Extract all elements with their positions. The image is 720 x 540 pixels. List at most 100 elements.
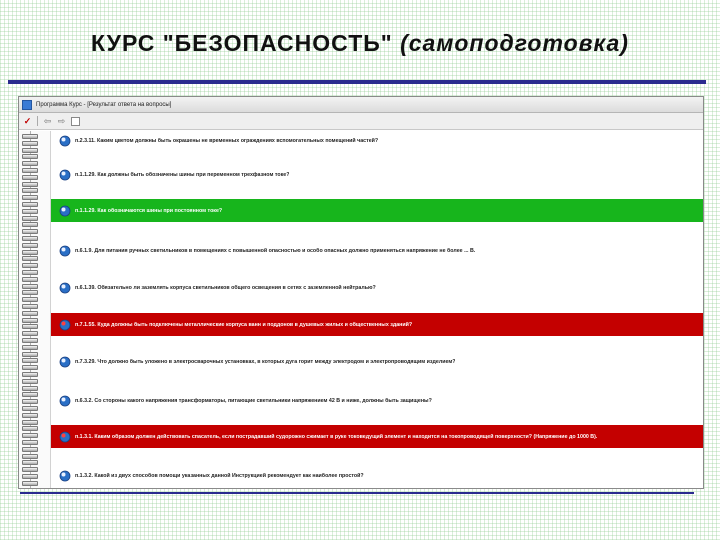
tree-connector [22,215,38,221]
question-row[interactable]: п.1.1.29. Как должны быть обозначены шин… [51,163,703,186]
check-icon[interactable]: ✓ [23,116,32,126]
tree-connector [22,460,38,466]
tree-connector [22,297,38,303]
window-title: Программа Курс - [Результат ответа на во… [36,101,172,108]
question-row[interactable]: п.7.3.29. Что должно быть уложено в элек… [51,350,703,373]
question-row[interactable]: п.6.1.39. Обязательно ли заземлять корпу… [51,276,703,299]
question-text: п.1.3.2. Какой из двух способов помощи у… [75,472,364,479]
back-arrow-icon[interactable]: ⇦ [43,116,52,126]
tree-connector [22,161,38,167]
tree-connector [22,276,38,282]
slide-title-main: КУРС "БЕЗОПАСНОСТЬ" [91,30,393,56]
slide-title-subtitle: (самоподготовка) [400,30,629,56]
tree-connector [22,249,38,255]
tree-connector [22,440,38,445]
tree-connector [22,467,38,473]
tree-connector [22,174,38,180]
answer-status-icon [59,319,71,330]
app-icon [22,99,32,110]
tree-connector [22,290,38,296]
tree-connector [22,406,38,411]
tree-connector [22,365,38,371]
question-row[interactable]: п.6.1.9. Для питания ручных светильников… [51,239,703,262]
tree-connector [22,358,38,364]
question-text: п.6.1.39. Обязательно ли заземлять корпу… [75,284,376,291]
question-text: п.7.3.29. Что должно быть уложено в элек… [75,358,456,365]
question-icon [59,282,71,293]
question-row[interactable]: п.1.1.29. Как обозначаются шины при пост… [51,199,703,222]
question-text: п.6.3.2. Со стороны какого напряжения тр… [75,397,432,404]
tree-connector [22,412,38,418]
question-text: п.2.3.11. Каким цветом должны быть окраш… [75,137,379,144]
tree-rail [19,131,51,488]
toolbar-separator [37,116,38,126]
tree-connector [22,147,38,153]
top-divider [8,80,706,84]
tree-connector [22,433,38,439]
tree-connector [22,399,38,405]
question-row[interactable]: п.2.3.11. Каким цветом должны быть окраш… [51,129,703,152]
question-text: п.1.3.1. Каким образом должен действоват… [75,433,598,440]
tree-connector [22,419,38,425]
tree-connector [22,453,38,459]
tree-connector [22,446,38,452]
question-icon [59,169,71,180]
window-title-bar: Программа Курс - [Результат ответа на во… [19,97,703,113]
forward-arrow-icon[interactable]: ⇨ [57,116,66,126]
tree-connector [22,229,38,235]
question-icon [59,470,71,481]
question-row[interactable]: п.1.3.1. Каким образом должен действоват… [51,425,703,448]
tree-connector [22,140,38,146]
tree-connector [22,242,38,248]
tree-connector [22,378,38,384]
tree-connector [22,304,38,309]
tree-connector [22,222,38,228]
toolbar: ✓ ⇦ ⇨ [19,113,703,130]
tree-connector [22,338,38,343]
tree-connector [22,154,38,160]
question-text: п.1.1.29. Как должны быть обозначены шин… [75,171,290,178]
question-row[interactable]: п.6.3.2. Со стороны какого напряжения тр… [51,389,703,412]
tree-connector [22,256,38,262]
stop-icon[interactable] [71,116,80,126]
question-icon [59,395,71,406]
tree-connector [22,236,38,241]
answer-status-icon [59,205,71,216]
tree-connector [22,351,38,357]
tree-connector [22,202,38,207]
tree-connector [22,344,38,350]
tree-connector [22,426,38,432]
question-icon [59,245,71,256]
question-text: п.7.1.55. Куда должны быть подключены ме… [75,321,413,328]
question-list: п.2.3.11. Каким цветом должны быть окраш… [51,129,703,488]
tree-connector [22,134,38,139]
tree-connector [22,392,38,398]
question-icon [59,356,71,367]
question-row[interactable]: п.7.1.55. Куда должны быть подключены ме… [51,313,703,336]
bottom-divider [20,492,694,494]
tree-connector [22,324,38,330]
tree-connector [22,283,38,289]
app-window: Программа Курс - [Результат ответа на во… [18,96,704,489]
tree-connector [22,263,38,269]
tree-connector [22,195,38,201]
tree-connector [22,270,38,275]
question-text: п.1.1.29. Как обозначаются шины при пост… [75,207,223,214]
tree-connector [22,385,38,391]
answer-status-icon [59,431,71,442]
tree-connector [22,168,38,173]
results-panel: п.2.3.11. Каким цветом должны быть окраш… [19,129,703,488]
slide-title: КУРС "БЕЗОПАСНОСТЬ" (самоподготовка) [0,30,720,57]
tree-connector [22,372,38,377]
tree-connector [22,310,38,316]
tree-connector [22,317,38,323]
question-text: п.6.1.9. Для питания ручных светильников… [75,247,476,254]
tree-connector [22,331,38,337]
question-row[interactable]: п.1.3.2. Какой из двух способов помощи у… [51,464,703,487]
tree-connector [22,480,38,486]
tree-connector [22,188,38,194]
question-icon [59,135,71,146]
tree-connector [22,208,38,214]
tree-connector [22,474,38,479]
tree-connector [22,181,38,187]
